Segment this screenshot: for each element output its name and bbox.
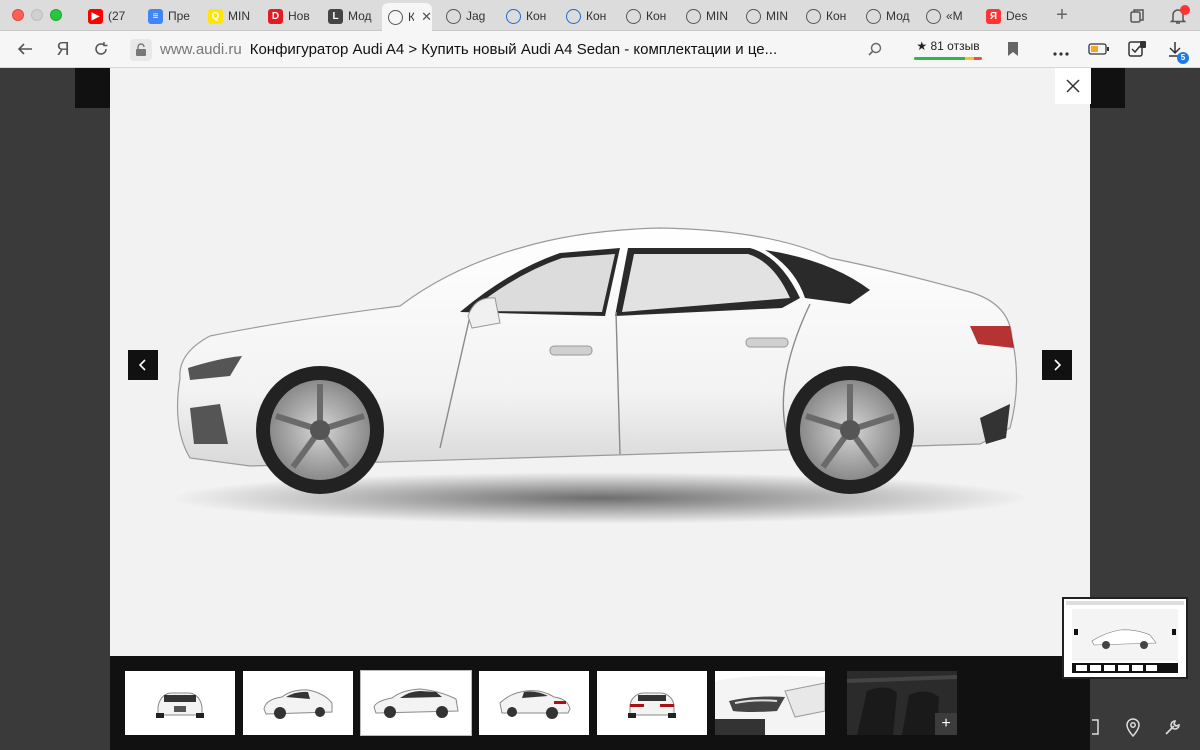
tab-title: К — [408, 10, 415, 24]
tab-close-icon[interactable]: ✕ — [421, 9, 432, 25]
d-icon: D — [268, 8, 283, 24]
window-close-button[interactable] — [12, 9, 24, 21]
bmw-icon — [566, 8, 581, 24]
window-zoom-button[interactable] — [50, 9, 62, 21]
tab-title: MIN — [766, 9, 788, 23]
thumbnail-headlight-detail[interactable] — [715, 671, 825, 735]
car-image — [150, 208, 1050, 528]
wings-icon — [626, 8, 641, 24]
tab-title: Jag — [466, 9, 486, 23]
more-icon[interactable] — [1050, 43, 1072, 65]
tab[interactable]: Q MIN — [202, 4, 262, 28]
tab[interactable]: Мод — [860, 4, 920, 28]
tab[interactable]: Кон — [800, 4, 860, 28]
tab-title: (27 — [108, 9, 126, 23]
reviews-label: ★ 81 отзыв — [916, 39, 980, 53]
tab[interactable]: Jag — [440, 4, 500, 28]
mercedes-icon — [926, 8, 941, 24]
thumbnail-front[interactable] — [125, 671, 235, 735]
reviews-badge[interactable]: ★ 81 отзыв — [912, 36, 984, 62]
new-tab-button[interactable]: + — [1052, 5, 1072, 25]
battery-icon[interactable] — [1088, 38, 1110, 60]
tab[interactable]: Я Des — [980, 4, 1040, 28]
audi-rings-icon — [388, 9, 403, 25]
notification-dot — [1180, 5, 1190, 15]
more-photos-button[interactable]: + — [935, 713, 957, 735]
location-pin-icon[interactable] — [1122, 716, 1144, 738]
thumbnail-side[interactable] — [360, 670, 472, 736]
tab-title: MIN — [228, 9, 250, 23]
reload-icon[interactable] — [90, 38, 112, 60]
q-icon: Q — [208, 8, 223, 24]
tab[interactable]: D Нов — [262, 4, 322, 28]
downloads-count-badge: 5 — [1177, 52, 1189, 64]
tab[interactable]: Кон — [500, 4, 560, 28]
tab-title: Нов — [288, 9, 310, 23]
lexus-icon: L — [328, 8, 343, 24]
rating-bar — [914, 57, 982, 60]
tab[interactable]: ▶ (27 — [82, 4, 142, 28]
thumbnail-rear-three-quarter[interactable] — [479, 671, 589, 735]
tab-strip: ▶ (27 ≡ Пре Q MIN D Нов L Мод К ✕ Jag Кон Кон Кон MIN MIN… — [0, 0, 1200, 31]
yandex-home-icon[interactable]: Я — [52, 38, 74, 60]
youtube-icon: ▶ — [88, 8, 103, 24]
mini-icon — [746, 8, 761, 24]
back-arrow-icon[interactable] — [14, 38, 36, 60]
tabs-overview-icon[interactable] — [1127, 6, 1147, 26]
close-icon[interactable] — [1055, 68, 1091, 104]
window-minimize-button[interactable] — [31, 9, 43, 21]
jaguar-icon — [446, 8, 461, 24]
lock-icon[interactable] — [130, 38, 152, 61]
wrench-icon[interactable] — [1162, 716, 1184, 738]
thumbnail-interior[interactable]: + — [847, 671, 957, 735]
bmw-icon — [506, 8, 521, 24]
collections-icon[interactable] — [1126, 38, 1148, 60]
tab-title: Des — [1006, 9, 1028, 23]
tab[interactable]: ≡ Пре — [142, 4, 202, 28]
tab-title: «М — [946, 9, 963, 23]
address-bar[interactable]: www.audi.ru Конфигуратор Audi A4 > Купит… — [130, 36, 890, 63]
docs-icon: ≡ — [148, 8, 163, 24]
tab-title: MIN — [706, 9, 728, 23]
url-domain: www.audi.ru — [160, 41, 242, 58]
tab[interactable]: «М — [920, 4, 980, 28]
tab-title: Кон — [826, 9, 847, 23]
tab-title: Мод — [348, 9, 372, 23]
thumbnail-strip: + — [110, 656, 1090, 750]
bookmark-icon[interactable] — [1002, 38, 1024, 60]
thumbnail-front-three-quarter[interactable] — [243, 671, 353, 735]
tab[interactable]: Кон — [560, 4, 620, 28]
mini-icon — [686, 8, 701, 24]
tab[interactable]: Кон — [620, 4, 680, 28]
tab[interactable]: MIN — [740, 4, 800, 28]
gallery-viewer — [110, 68, 1091, 656]
page-content: + — [0, 68, 1200, 750]
rr-icon — [866, 8, 881, 24]
browser-toolbar: Я www.audi.ru Конфигуратор Audi A4 > Куп… — [0, 31, 1200, 68]
tab-title: Кон — [526, 9, 547, 23]
tab-title: Кон — [586, 9, 607, 23]
thumbnail-rear[interactable] — [597, 671, 707, 735]
page-preview-thumbnail[interactable] — [1062, 597, 1188, 679]
search-icon[interactable] — [864, 38, 886, 60]
tab[interactable]: L Мод — [322, 4, 382, 28]
tab-title: Мод — [886, 9, 910, 23]
mini-icon — [806, 8, 821, 24]
panel-icon[interactable] — [1084, 716, 1106, 738]
tab[interactable]: К ✕ — [382, 3, 432, 31]
tab[interactable]: MIN — [680, 4, 740, 28]
tab-title: Кон — [646, 9, 667, 23]
yandex-icon: Я — [986, 8, 1001, 24]
page-title: Конфигуратор Audi A4 > Купить новый Audi… — [249, 41, 778, 58]
tab-title: Пре — [168, 9, 190, 23]
